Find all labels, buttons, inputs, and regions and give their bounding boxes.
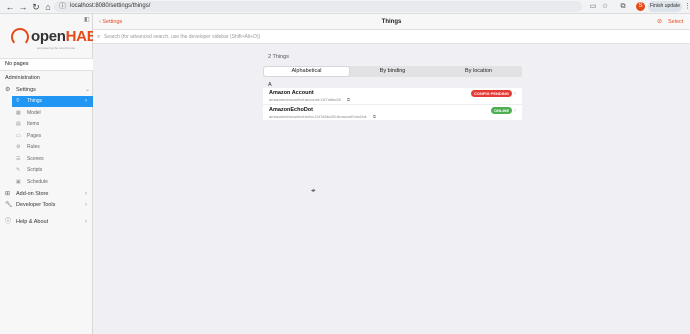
search-input[interactable] [104, 32, 674, 42]
site-info-icon[interactable]: ⓘ [59, 1, 66, 12]
logo-mark-icon [11, 28, 29, 46]
gear-icon: ⚙ [5, 87, 11, 93]
lightbulb-icon: 💡︎ [16, 98, 20, 104]
sidebar-item-rules[interactable]: ⚙ Rules [12, 142, 93, 153]
sidebar-item-help-about[interactable]: ⓘ Help & About › [0, 217, 93, 227]
things-count: 2 Things [268, 54, 289, 60]
thing-name: Amazon Account [269, 90, 314, 96]
thing-name: AmazonEchoDot [269, 107, 313, 113]
sidebar-item-addon-store[interactable]: ⊞ Add-on Store › [0, 189, 93, 199]
home-icon[interactable]: ⌂ [42, 1, 54, 13]
sidebar: ◧ openHAB empowering the smart home No p… [0, 14, 98, 334]
chevron-right-icon: › [85, 219, 87, 225]
sidebar-item-label: Scenes [27, 156, 44, 162]
url-text: localhost:8080/settings/things/ [70, 3, 151, 9]
search-icon: ⌕ [97, 34, 101, 40]
logo-tagline: empowering the smart home [37, 46, 76, 50]
chevron-right-icon: › [85, 202, 87, 208]
items-icon: ▤ [16, 121, 21, 127]
sidebar-item-label: Scripts [27, 167, 43, 173]
sidebar-collapse-icon[interactable]: ◧ [84, 16, 90, 23]
sidebar-item-label: Schedule [27, 179, 48, 185]
chevron-right-icon: › [85, 191, 87, 197]
copy-icon[interactable]: ⧉ [347, 97, 350, 102]
tab-by-binding[interactable]: By binding [350, 67, 435, 76]
sidebar-item-label: Things [27, 98, 43, 104]
sidebar-item-items[interactable]: ▤ Items [12, 119, 93, 130]
address-bar[interactable]: ⓘ localhost:8080/settings/things/ [54, 1, 582, 12]
mouse-cursor-icon: ⌖ [311, 186, 316, 195]
model-icon: ▦ [16, 110, 21, 116]
sidebar-item-settings[interactable]: ⚙ Settings ⌄ [0, 85, 93, 95]
sidebar-item-label: Pages [27, 133, 42, 139]
chevron-right-icon: › [85, 98, 87, 104]
chevron-right-icon: › [514, 91, 516, 97]
copy-icon[interactable]: ⧉ [373, 114, 376, 119]
rules-icon: ⚙ [16, 144, 21, 150]
help-icon: ⓘ [5, 219, 12, 225]
store-icon: ⊞ [5, 191, 11, 197]
page-header: ‹ Settings Things ⊘ Select [93, 14, 690, 30]
select-button[interactable]: Select [668, 17, 683, 27]
chevron-down-icon: ⌄ [85, 87, 91, 93]
logo-text-open: open [31, 28, 66, 45]
scripts-icon: ✎ [16, 167, 21, 173]
tab-alphabetical[interactable]: Alphabetical [264, 67, 349, 76]
scenes-icon: ☰ [16, 156, 21, 162]
list-item[interactable]: AmazonEchoDot amazonechocontrol:echo:11f… [263, 104, 522, 120]
status-badge: CONFIG PENDING [471, 90, 512, 97]
wrench-icon: 🔧︎ [5, 202, 13, 208]
no-pages-label: No pages [0, 58, 93, 71]
browser-toolbar: ← → ↻ ⌂ ⓘ localhost:8080/settings/things… [0, 0, 690, 14]
sidebar-item-pages[interactable]: ▭ Pages [12, 131, 93, 142]
browser-menu-icon[interactable]: ⋮ [684, 2, 690, 12]
section-title-administration: Administration [5, 75, 40, 81]
sidebar-item-label: Help & About [16, 219, 49, 225]
sidebar-item-label: Model [27, 110, 41, 116]
list-item[interactable]: Amazon Account amazonechocontrol:account… [263, 88, 522, 104]
back-arrow-icon[interactable]: ← [4, 1, 16, 13]
openhab-logo[interactable]: openHAB empowering the smart home [11, 27, 98, 51]
extensions-icon[interactable]: ⧉ [618, 2, 628, 12]
cast-icon[interactable]: ▭ [588, 2, 598, 12]
schedule-icon: ▣ [16, 179, 21, 185]
profile-avatar[interactable]: S [636, 2, 645, 11]
chevron-right-icon: › [514, 108, 516, 114]
tab-by-location[interactable]: By location [436, 67, 521, 76]
sidebar-item-scripts[interactable]: ✎ Scripts [12, 165, 93, 176]
select-icon[interactable]: ⊘ [657, 17, 662, 27]
sidebar-item-label: Items [27, 121, 40, 127]
finish-update-button[interactable]: Finish update [648, 1, 682, 12]
sidebar-item-label: Rules [27, 144, 40, 150]
bookmark-star-icon[interactable]: ☆ [600, 2, 610, 12]
group-by-tabs: Alphabetical By binding By location [263, 66, 522, 77]
sidebar-item-label: Settings [16, 87, 36, 93]
sidebar-item-things[interactable]: 💡︎ Things › [12, 96, 93, 107]
sidebar-item-schedule[interactable]: ▣ Schedule [12, 177, 93, 188]
things-list: Amazon Account amazonechocontrol:account… [263, 88, 522, 120]
thing-uid: amazonechocontrol:echo:11f7a5bc28:Amazon… [269, 114, 367, 119]
pages-icon: ▭ [16, 133, 21, 139]
status-badge: ONLINE [491, 107, 513, 114]
sidebar-item-developer-tools[interactable]: 🔧︎ Developer Tools › [0, 200, 93, 210]
sidebar-item-label: Add-on Store [16, 191, 49, 197]
forward-arrow-icon[interactable]: → [17, 1, 29, 13]
sidebar-item-scenes[interactable]: ☰ Scenes [12, 154, 93, 165]
reload-icon[interactable]: ↻ [30, 1, 42, 13]
sidebar-item-model[interactable]: ▦ Model [12, 108, 93, 119]
page-title: Things [381, 19, 402, 25]
search-bar: ⌕ [93, 30, 690, 44]
thing-uid: amazonechocontrol:account:11f7a5bc28 [269, 97, 341, 102]
sidebar-item-label: Developer Tools [16, 202, 56, 208]
